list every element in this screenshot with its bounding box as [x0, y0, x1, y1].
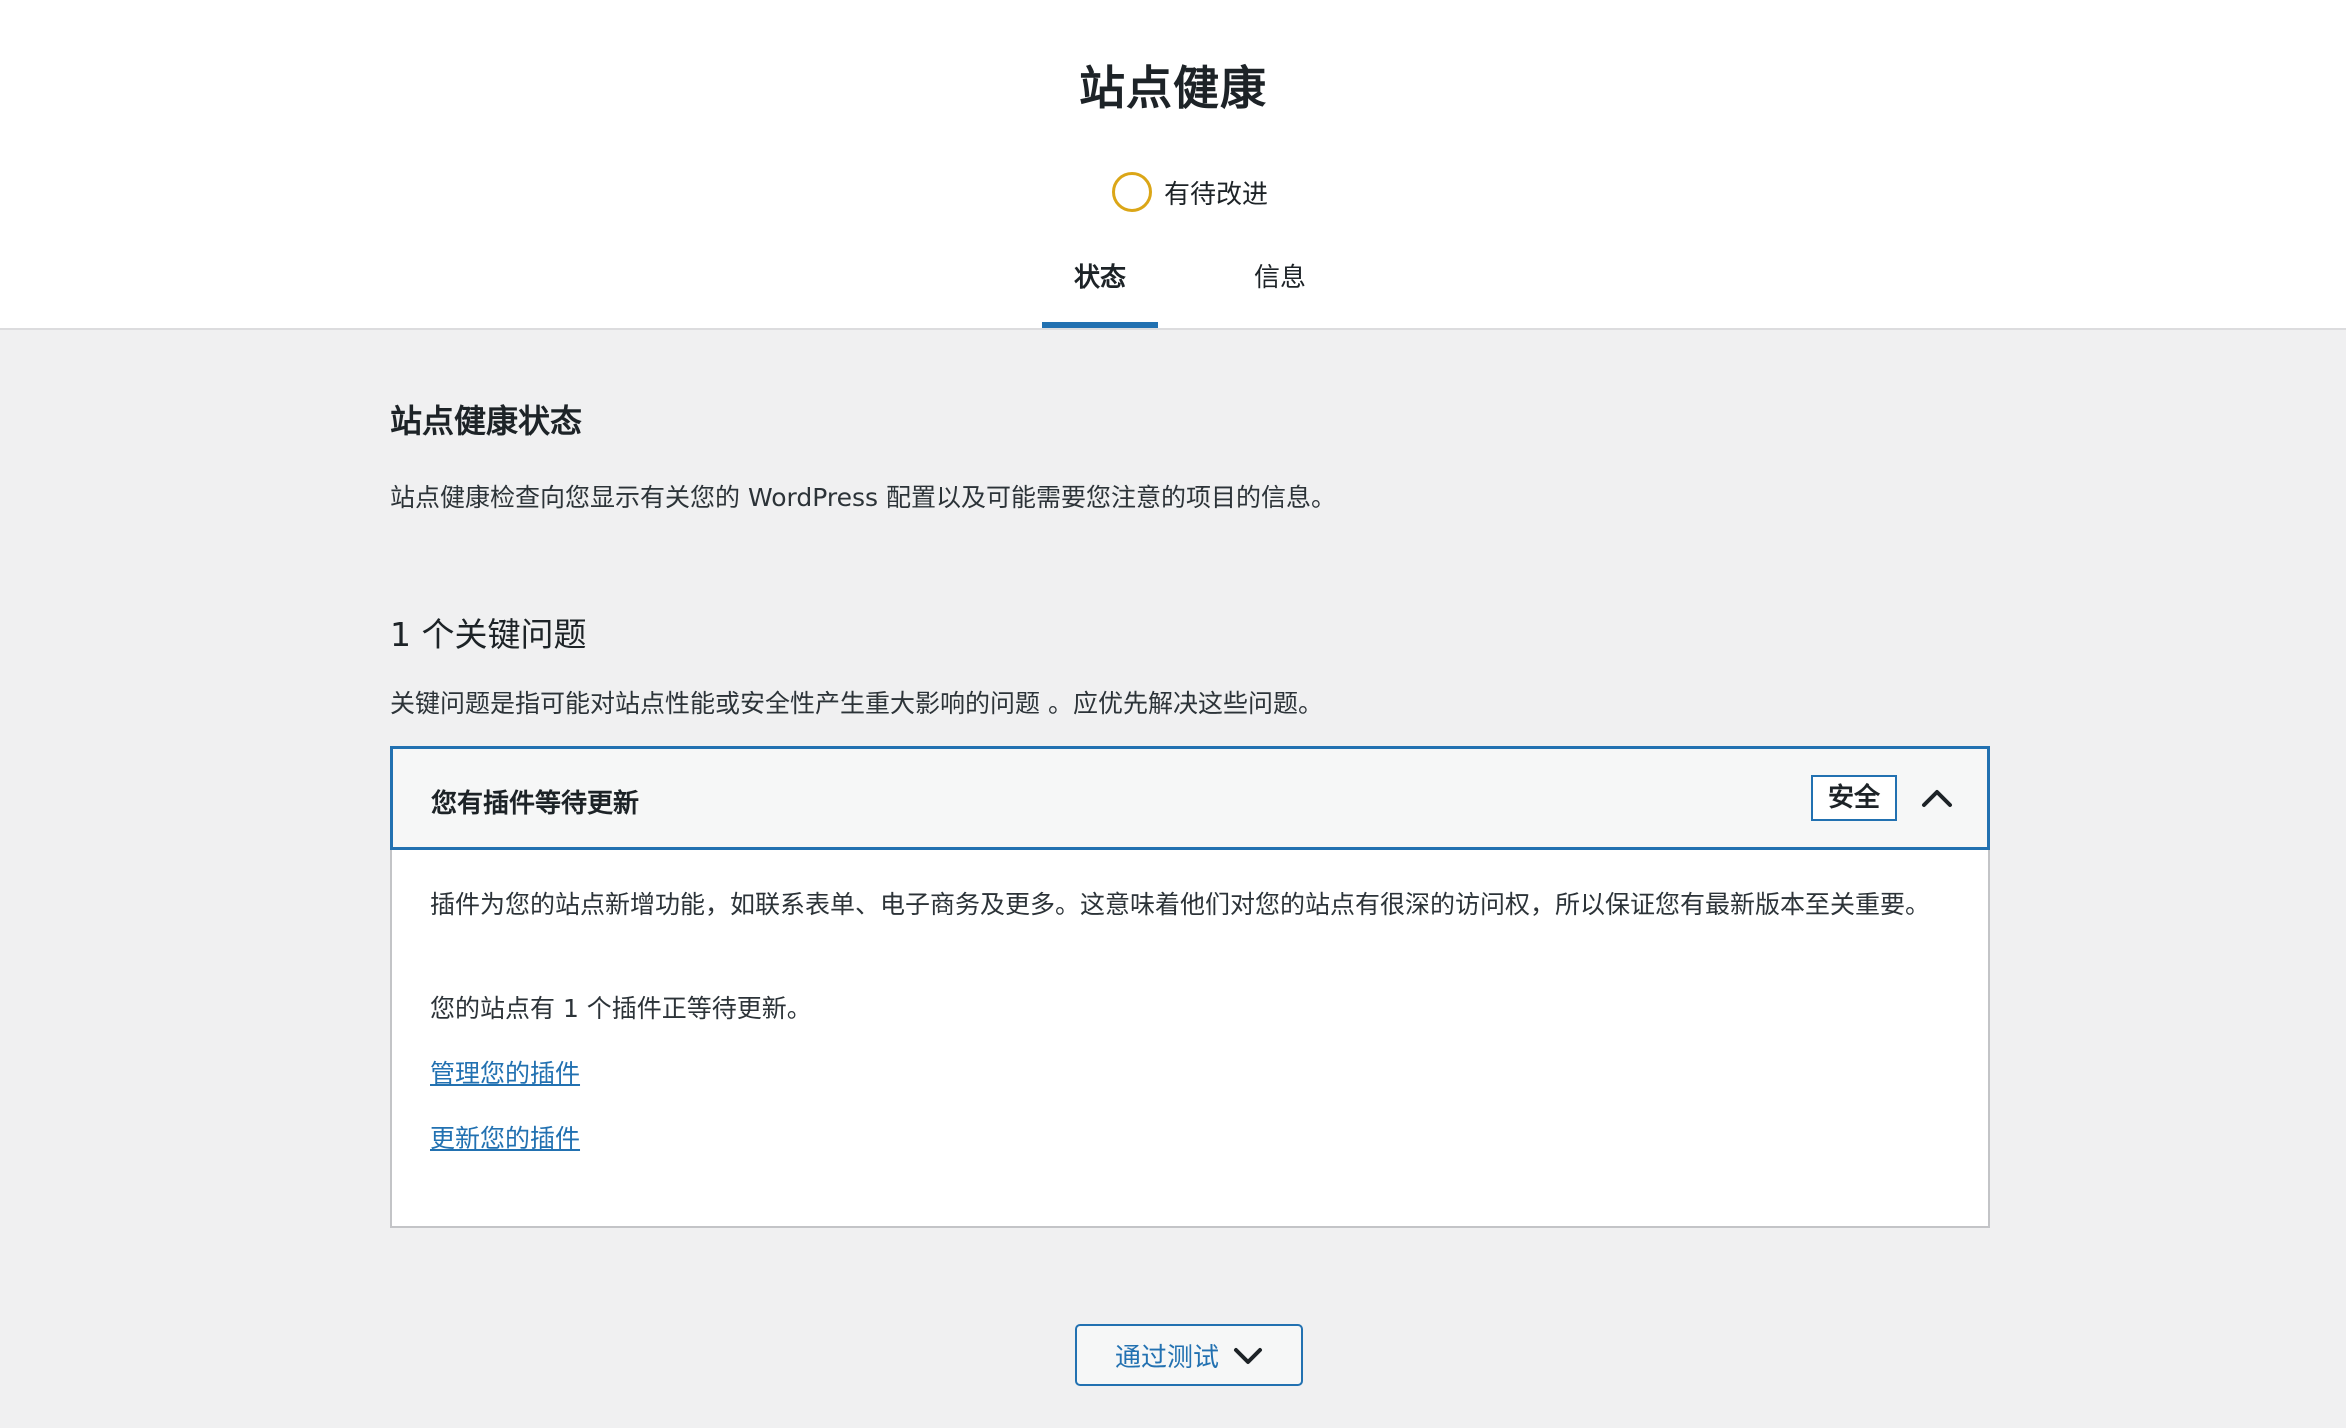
score-label: 有待改进: [1164, 179, 1269, 210]
critical-issues-title: 1 个关键问题: [390, 615, 587, 654]
page-title: 站点健康: [1079, 61, 1267, 115]
tab-status[interactable]: 状态: [1042, 262, 1158, 328]
chevron-down-icon: [1234, 1348, 1262, 1364]
issue-accordion: 您有插件等待更新 安全 插件为您的站点新增功能，如联系表单、电子商务及更多。这意…: [390, 746, 1990, 1228]
health-score: 有待改进: [1112, 172, 1268, 212]
issue-detail: 您的站点有 1 个插件正等待更新。: [430, 994, 812, 1023]
tab-info[interactable]: 信息: [1240, 262, 1320, 294]
critical-issues-description: 关键问题是指可能对站点性能或安全性产生重大影响的问题 。应优先解决这些问题。: [390, 689, 1323, 718]
issue-accordion-toggle[interactable]: 您有插件等待更新 安全: [390, 746, 1990, 850]
chevron-up-icon[interactable]: [1920, 778, 1954, 818]
status-section-description: 站点健康检查向您显示有关您的 WordPress 配置以及可能需要您注意的项目的…: [390, 483, 1336, 512]
category-badge: 安全: [1811, 775, 1897, 821]
page-header: 站点健康 有待改进 状态 信息: [0, 0, 2346, 330]
passed-tests-button[interactable]: 通过测试: [1075, 1324, 1303, 1386]
manage-plugins-link[interactable]: 管理您的插件: [430, 1054, 580, 1090]
passed-tests-label: 通过测试: [1114, 1342, 1219, 1373]
update-plugins-link[interactable]: 更新您的插件: [430, 1119, 580, 1155]
score-circle-icon: [1112, 172, 1152, 212]
status-section-title: 站点健康状态: [390, 402, 583, 440]
issue-title: 您有插件等待更新: [431, 789, 640, 819]
issue-description: 插件为您的站点新增功能，如联系表单、电子商务及更多。这意味着他们对您的站点有很深…: [430, 890, 1931, 919]
